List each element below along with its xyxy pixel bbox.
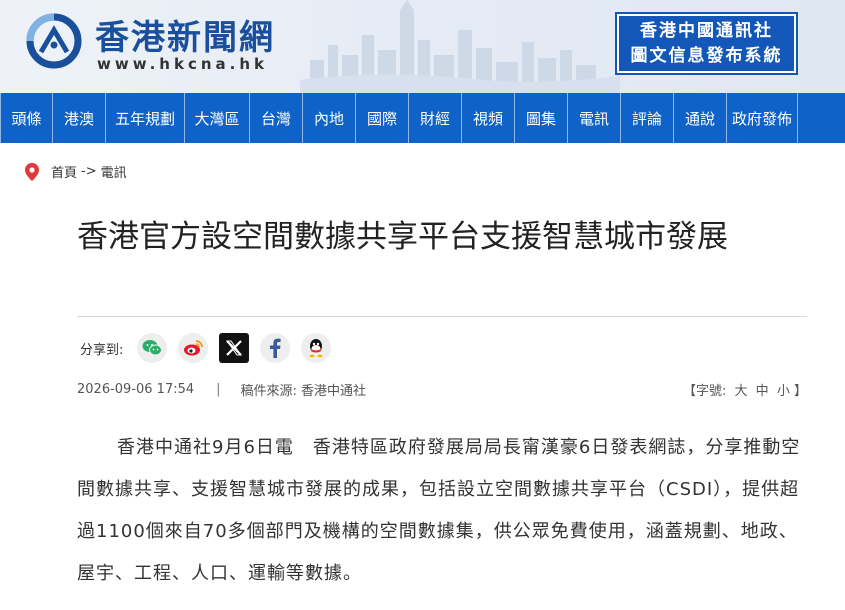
weibo-icon <box>184 340 204 356</box>
agency-line-2: 圖文信息發布系統 <box>630 46 783 66</box>
font-size-control: 【字號: 大 中 小 】 <box>683 380 807 399</box>
wechat-share-button[interactable] <box>137 333 168 363</box>
qq-icon <box>309 339 323 358</box>
city-skyline-image <box>300 0 620 93</box>
share-label: 分享到: <box>80 342 124 358</box>
x-share-button[interactable] <box>219 333 250 363</box>
breadcrumb-separator: -> <box>81 164 97 179</box>
nav-item-mainland[interactable]: 內地 <box>303 93 356 143</box>
meta-divider: | <box>216 382 221 397</box>
article-body: 香港中通社9月6日電 香港特區政府發展局局長甯漢豪6日發表網誌，分享推動空間數據… <box>77 437 801 584</box>
agency-line-1: 香港中國通訊社 <box>640 21 773 41</box>
nav-item-finance[interactable]: 財經 <box>409 93 462 143</box>
breadcrumb-current-link[interactable]: 電訊 <box>101 162 127 181</box>
nav-item-government-release[interactable]: 政府發佈 <box>727 93 798 143</box>
agency-banner: 香港中國通訊社 圖文信息發布系統 <box>615 12 798 75</box>
nav-item-wire[interactable]: 電訊 <box>568 93 621 143</box>
nav-item-hk-macau[interactable]: 港澳 <box>53 93 106 143</box>
wechat-icon <box>142 340 163 356</box>
nav-item-five-year-plan[interactable]: 五年規劃 <box>106 93 185 143</box>
facebook-icon <box>270 338 281 358</box>
nav-item-commentary[interactable]: 評論 <box>621 93 674 143</box>
breadcrumb-home-link[interactable]: 首頁 <box>51 162 77 181</box>
source-name: 香港中通社 <box>300 384 366 399</box>
breadcrumb: 首頁 -> 電訊 <box>25 162 127 181</box>
nav-item-video[interactable]: 視頻 <box>462 93 515 143</box>
title-divider <box>77 316 807 317</box>
nav-item-greater-bay-area[interactable]: 大灣區 <box>185 93 250 143</box>
nav-item-headlines[interactable]: 頭條 <box>0 93 53 143</box>
source-label: 稿件來源: <box>240 384 297 399</box>
nav-item-tongshuo[interactable]: 通說 <box>674 93 727 143</box>
font-size-close-bracket: 】 <box>793 384 807 399</box>
font-size-large-button[interactable]: 大 <box>735 384 748 399</box>
publish-date: 2026-09-06 17:54 <box>77 382 195 397</box>
font-size-medium-button[interactable]: 中 <box>756 384 769 399</box>
weibo-share-button[interactable] <box>178 333 209 363</box>
share-bar: 分享到: <box>80 333 342 363</box>
hkcna-logo-icon[interactable] <box>25 12 83 70</box>
font-size-label: 【字號: <box>682 384 727 399</box>
nav-item-taiwan[interactable]: 台灣 <box>250 93 303 143</box>
qq-share-button[interactable] <box>301 333 332 363</box>
article-title: 香港官方設空間數據共享平台支援智慧城市發展 <box>77 219 728 255</box>
site-url: www.hkcna.hk <box>97 55 269 73</box>
main-nav: 頭條 港澳 五年規劃 大灣區 台灣 內地 國際 財經 視頻 圖集 電訊 評論 通… <box>0 93 845 143</box>
site-header: 香港新聞網 www.hkcna.hk 香港中國通訊社 圖文信息發布系統 <box>0 0 845 93</box>
site-name[interactable]: 香港新聞網 <box>95 10 275 59</box>
nav-item-gallery[interactable]: 圖集 <box>515 93 568 143</box>
nav-item-international[interactable]: 國際 <box>356 93 409 143</box>
article-meta: 2026-09-06 17:54 | 稿件來源: 香港中通社 【字號: 大 中 … <box>77 380 807 399</box>
location-pin-icon <box>25 162 39 181</box>
x-icon <box>226 340 243 356</box>
font-size-small-button[interactable]: 小 <box>777 384 790 399</box>
facebook-share-button[interactable] <box>260 333 291 363</box>
